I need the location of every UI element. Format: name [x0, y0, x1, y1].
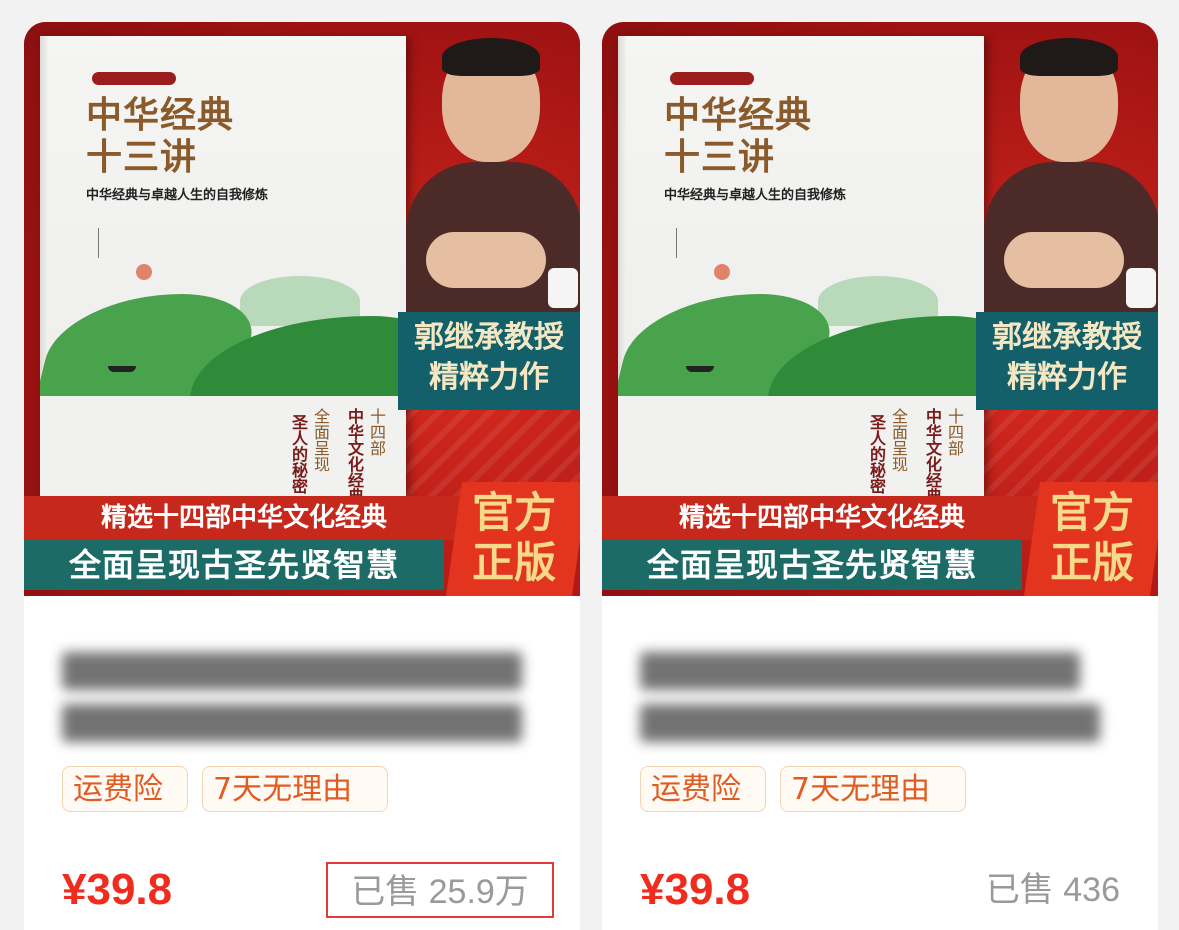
book-series-badge	[92, 72, 176, 85]
author-banner-line2: 精粹力作	[1007, 360, 1127, 395]
official-badge: 官方 正版	[1023, 482, 1158, 596]
vertical-text: 圣人的秘密	[289, 414, 308, 494]
vertical-text: 十四部	[945, 408, 964, 456]
sold-count: 已售 436	[985, 871, 1120, 909]
tag-shipping-insurance: 运费险	[62, 766, 188, 812]
official-badge-line1: 官方	[472, 488, 557, 537]
author-hands	[426, 232, 546, 288]
official-badge-line2: 正版	[1050, 538, 1135, 587]
vertical-text: 全面呈现	[889, 408, 908, 472]
author-banner: 郭继承教授 精粹力作	[976, 312, 1158, 410]
author-cuff	[1126, 268, 1156, 308]
sold-count: 已售 25.9万	[326, 862, 554, 918]
vertical-text: 中华文化经典	[345, 408, 364, 504]
product-card[interactable]: 中华经典 十三讲 中华经典与卓越人生的自我修炼 圣人的秘密 全面呈现 中华文化经…	[602, 22, 1158, 930]
author-banner-line1: 郭继承教授	[992, 320, 1142, 355]
book-title: 中华经典 十三讲	[86, 94, 234, 178]
official-badge-text: 官方 正版	[472, 488, 556, 588]
promo-banner-bottom: 全面呈现古圣先贤智慧	[602, 540, 1022, 590]
product-card[interactable]: 中华经典 十三讲 中华经典与卓越人生的自我修炼 圣人的秘密 全面呈现 中华文化经…	[24, 22, 580, 930]
author-banner: 郭继承教授 精粹力作	[398, 312, 580, 410]
promo-banner-top: 精选十四部中华文化经典	[24, 496, 464, 540]
blurred-title-line	[640, 704, 1100, 742]
author-hair	[1020, 38, 1118, 76]
blurred-title-line	[62, 652, 522, 690]
author-photo	[398, 22, 580, 332]
book-subtitle: 中华经典与卓越人生的自我修炼	[86, 188, 269, 203]
vertical-text: 中华文化经典	[923, 408, 942, 504]
blurred-title-line	[62, 704, 522, 742]
product-price: ¥39.8	[62, 865, 173, 914]
product-price: ¥39.8	[640, 865, 751, 914]
boat-icon	[108, 366, 136, 372]
book-title-line2: 十三讲	[86, 136, 198, 178]
product-cover-image[interactable]: 中华经典 十三讲 中华经典与卓越人生的自我修炼 圣人的秘密 全面呈现 中华文化经…	[602, 22, 1158, 596]
book-series-badge	[670, 72, 754, 85]
sun-illustration	[136, 264, 152, 280]
product-cover-image[interactable]: 中华经典 十三讲 中华经典与卓越人生的自我修炼 圣人的秘密 全面呈现 中华文化经…	[24, 22, 580, 596]
book-divider	[98, 228, 99, 258]
official-badge-line2: 正版	[472, 538, 557, 587]
boat-icon	[686, 366, 714, 372]
author-banner-line1: 郭继承教授	[414, 320, 564, 355]
book-subtitle: 中华经典与卓越人生的自我修炼	[664, 188, 847, 203]
author-hair	[442, 38, 540, 76]
author-cuff	[548, 268, 578, 308]
product-title-blurred[interactable]	[62, 648, 542, 742]
book-title: 中华经典 十三讲	[664, 94, 812, 178]
vertical-text: 全面呈现	[311, 408, 330, 472]
promo-banner-bottom: 全面呈现古圣先贤智慧	[24, 540, 444, 590]
vertical-text: 十四部	[367, 408, 386, 456]
tag-shipping-insurance: 运费险	[640, 766, 766, 812]
official-badge: 官方 正版	[445, 482, 580, 596]
book-title-line1: 中华经典	[86, 94, 235, 136]
book-title-line2: 十三讲	[664, 136, 776, 178]
book-divider	[676, 228, 677, 258]
author-banner-line2: 精粹力作	[429, 360, 549, 395]
tag-7-day-return: 7天无理由	[780, 766, 966, 812]
book-image: 中华经典 十三讲 中华经典与卓越人生的自我修炼 圣人的秘密 全面呈现 中华文化经…	[40, 36, 406, 506]
official-badge-line1: 官方	[1050, 488, 1135, 537]
official-badge-text: 官方 正版	[1050, 488, 1134, 588]
tag-7-day-return: 7天无理由	[202, 766, 388, 812]
blurred-title-line	[640, 652, 1080, 690]
promo-banner-top: 精选十四部中华文化经典	[602, 496, 1042, 540]
vertical-text: 圣人的秘密	[867, 414, 886, 494]
author-hands	[1004, 232, 1124, 288]
product-title-blurred[interactable]	[640, 648, 1120, 742]
book-image: 中华经典 十三讲 中华经典与卓越人生的自我修炼 圣人的秘密 全面呈现 中华文化经…	[618, 36, 984, 506]
sun-illustration	[714, 264, 730, 280]
book-title-line1: 中华经典	[664, 94, 813, 136]
author-photo	[976, 22, 1158, 332]
